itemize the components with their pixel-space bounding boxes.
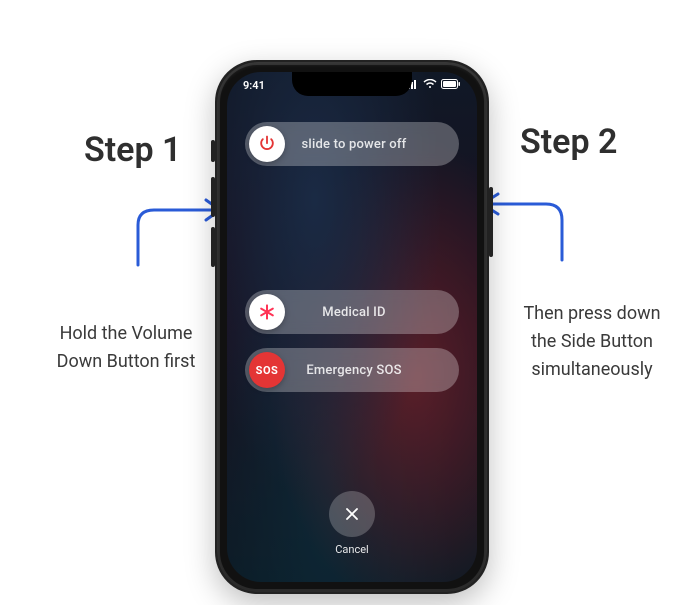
volume-down-button[interactable] xyxy=(211,227,215,267)
battery-icon xyxy=(441,79,461,92)
power-off-knob[interactable] xyxy=(249,126,285,162)
side-button[interactable] xyxy=(489,187,493,257)
phone-screen: 9:41 xyxy=(227,72,477,582)
medical-id-label: Medical ID xyxy=(285,305,459,320)
medical-id-slider[interactable]: Medical ID xyxy=(245,290,459,334)
emergency-sos-slider[interactable]: SOS Emergency SOS xyxy=(245,348,459,392)
power-icon xyxy=(257,134,277,154)
phone-frame: 9:41 xyxy=(215,60,489,594)
emergency-sos-knob[interactable]: SOS xyxy=(249,352,285,388)
power-off-slider[interactable]: slide to power off xyxy=(245,122,459,166)
sos-icon: SOS xyxy=(256,364,279,377)
wifi-icon xyxy=(423,79,437,92)
step2-title: Step 2 xyxy=(520,122,617,162)
cancel-area: Cancel xyxy=(227,491,477,556)
close-icon xyxy=(342,504,362,524)
asterisk-icon xyxy=(257,302,277,322)
medical-id-knob[interactable] xyxy=(249,294,285,330)
notch xyxy=(292,72,412,96)
step1-title: Step 1 xyxy=(84,130,181,170)
cancel-label: Cancel xyxy=(335,543,368,556)
step1-description: Hold the Volume Down Button first xyxy=(46,320,206,376)
cancel-button[interactable] xyxy=(329,491,375,537)
step2-description: Then press down the Side Button simultan… xyxy=(512,300,672,384)
volume-up-button[interactable] xyxy=(211,177,215,217)
silent-switch[interactable] xyxy=(211,140,215,162)
diagram-stage: Step 1 Step 2 Hold the Volume Down Butto… xyxy=(0,0,700,605)
status-time: 9:41 xyxy=(243,79,265,92)
power-off-label: slide to power off xyxy=(285,137,459,152)
emergency-sos-label: Emergency SOS xyxy=(285,363,459,378)
